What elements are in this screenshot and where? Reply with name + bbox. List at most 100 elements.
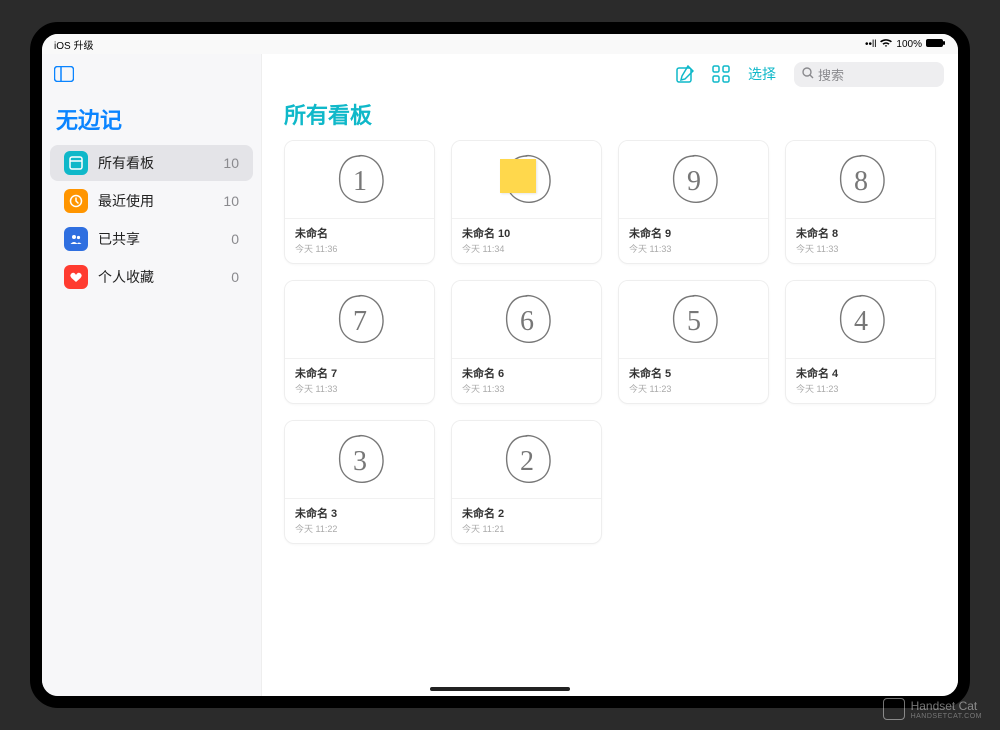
board-card[interactable]: 2 未命名 2今天 11:21 xyxy=(451,420,602,544)
board-card[interactable]: 9 未命名 9今天 11:33 xyxy=(618,140,769,264)
board-meta: 未命名 4今天 11:23 xyxy=(786,358,935,403)
svg-text:1: 1 xyxy=(353,166,367,197)
page-title: 所有看板 xyxy=(262,94,958,140)
sidebar-item-label: 最近使用 xyxy=(98,191,223,211)
board-thumbnail: 8 xyxy=(786,141,935,218)
favorites-icon xyxy=(64,265,88,289)
board-thumbnail: 7 xyxy=(285,281,434,358)
board-time: 今天 11:33 xyxy=(629,242,758,255)
select-button[interactable]: 选择 xyxy=(748,64,776,84)
board-thumbnail: 0 xyxy=(452,141,601,218)
sidebar-item-3[interactable]: 个人收藏0 xyxy=(50,259,253,295)
svg-text:8: 8 xyxy=(854,166,868,197)
board-name: 未命名 4 xyxy=(796,365,925,381)
sidebar-item-label: 所有看板 xyxy=(98,153,223,173)
board-meta: 未命名 3今天 11:22 xyxy=(285,498,434,543)
sidebar-item-count: 0 xyxy=(231,231,239,247)
content: 无边记 所有看板10最近使用10已共享0个人收藏0 选择 xyxy=(42,54,958,696)
watermark-url: HANDSETCAT.COM xyxy=(911,713,982,720)
board-thumbnail: 4 xyxy=(786,281,935,358)
status-bar: iOS 升级 ••ll 100% xyxy=(42,34,958,54)
board-card[interactable]: 3未命名 3今天 11:22 xyxy=(284,420,435,544)
battery-icon xyxy=(926,38,946,51)
app-title: 无边记 xyxy=(42,97,261,143)
board-time: 今天 11:23 xyxy=(796,382,925,395)
sidebar-item-0[interactable]: 所有看板10 xyxy=(50,145,253,181)
screen: iOS 升级 ••ll 100% 无边记 所有看板 xyxy=(30,22,970,708)
status-right: ••ll 100% xyxy=(865,38,946,51)
signal-icon: ••ll xyxy=(865,39,876,50)
board-name: 未命名 9 xyxy=(629,225,758,241)
sticky-note-icon xyxy=(500,159,536,193)
board-name: 未命名 8 xyxy=(796,225,925,241)
svg-text:5: 5 xyxy=(687,306,701,337)
board-meta: 未命名 10今天 11:34 xyxy=(452,218,601,263)
board-meta: 未命名 7今天 11:33 xyxy=(285,358,434,403)
board-name: 未命名 2 xyxy=(462,505,591,521)
board-time: 今天 11:21 xyxy=(462,522,591,535)
board-card[interactable]: 1 未命名今天 11:36 xyxy=(284,140,435,264)
board-time: 今天 11:33 xyxy=(295,382,424,395)
board-name: 未命名 6 xyxy=(462,365,591,381)
svg-text:6: 6 xyxy=(520,306,534,337)
sidebar-item-count: 10 xyxy=(223,193,239,209)
recent-icon xyxy=(64,189,88,213)
board-meta: 未命名今天 11:36 xyxy=(285,218,434,263)
shared-icon xyxy=(64,227,88,251)
search-icon xyxy=(802,67,814,82)
device-frame: iOS 升级 ••ll 100% 无边记 所有看板 xyxy=(0,0,1000,730)
board-meta: 未命名 5今天 11:23 xyxy=(619,358,768,403)
sidebar-toggle-icon[interactable] xyxy=(52,64,76,84)
boards-icon xyxy=(64,151,88,175)
board-name: 未命名 xyxy=(295,225,424,241)
board-time: 今天 11:33 xyxy=(796,242,925,255)
battery-text: 100% xyxy=(896,39,922,50)
board-grid: 1未命名今天 11:360未命名 10今天 11:349未命名 9今天 11:3… xyxy=(262,140,958,564)
search-placeholder: 搜索 xyxy=(818,65,844,84)
board-meta: 未命名 6今天 11:33 xyxy=(452,358,601,403)
board-thumbnail: 1 xyxy=(285,141,434,218)
board-time: 今天 11:23 xyxy=(629,382,758,395)
board-time: 今天 11:33 xyxy=(462,382,591,395)
board-name: 未命名 7 xyxy=(295,365,424,381)
watermark-icon xyxy=(883,698,905,720)
board-thumbnail: 5 xyxy=(619,281,768,358)
sidebar-item-2[interactable]: 已共享0 xyxy=(50,221,253,257)
board-card[interactable]: 4 未命名 4今天 11:23 xyxy=(785,280,936,404)
board-card[interactable]: 6 未命名 6今天 11:33 xyxy=(451,280,602,404)
view-toggle-button[interactable] xyxy=(712,65,730,83)
board-meta: 未命名 8今天 11:33 xyxy=(786,218,935,263)
board-card[interactable]: 7 未命名 7今天 11:33 xyxy=(284,280,435,404)
watermark: Handset Cat HANDSETCAT.COM xyxy=(883,698,982,720)
sidebar-item-count: 0 xyxy=(231,269,239,285)
svg-text:2: 2 xyxy=(520,446,534,477)
wifi-icon xyxy=(880,38,892,51)
board-thumbnail: 6 xyxy=(452,281,601,358)
board-card[interactable]: 5 未命名 5今天 11:23 xyxy=(618,280,769,404)
board-time: 今天 11:34 xyxy=(462,242,591,255)
svg-text:9: 9 xyxy=(687,166,701,197)
sidebar: 无边记 所有看板10最近使用10已共享0个人收藏0 xyxy=(42,54,262,696)
board-name: 未命名 5 xyxy=(629,365,758,381)
toolbar: 选择 搜索 xyxy=(262,54,958,94)
status-left-text: iOS 升级 xyxy=(54,37,93,52)
search-input[interactable]: 搜索 xyxy=(794,62,944,87)
main: 选择 搜索 所有看板 1 未命名今天 11:36 0未命名 10今天 11:34 9 未… xyxy=(262,54,958,696)
board-meta: 未命名 2今天 11:21 xyxy=(452,498,601,543)
board-thumbnail: 9 xyxy=(619,141,768,218)
board-card[interactable]: 8 未命名 8今天 11:33 xyxy=(785,140,936,264)
board-time: 今天 11:22 xyxy=(295,522,424,535)
svg-text:4: 4 xyxy=(854,306,868,337)
compose-button[interactable] xyxy=(676,65,694,83)
board-time: 今天 11:36 xyxy=(295,242,424,255)
board-card[interactable]: 0未命名 10今天 11:34 xyxy=(451,140,602,264)
home-indicator xyxy=(430,687,570,691)
watermark-brand: Handset Cat xyxy=(911,699,978,713)
sidebar-item-label: 已共享 xyxy=(98,229,231,249)
sidebar-item-1[interactable]: 最近使用10 xyxy=(50,183,253,219)
board-thumbnail: 3 xyxy=(285,421,434,498)
board-meta: 未命名 9今天 11:33 xyxy=(619,218,768,263)
sidebar-item-count: 10 xyxy=(223,155,239,171)
board-thumbnail: 2 xyxy=(452,421,601,498)
svg-text:7: 7 xyxy=(353,306,367,337)
